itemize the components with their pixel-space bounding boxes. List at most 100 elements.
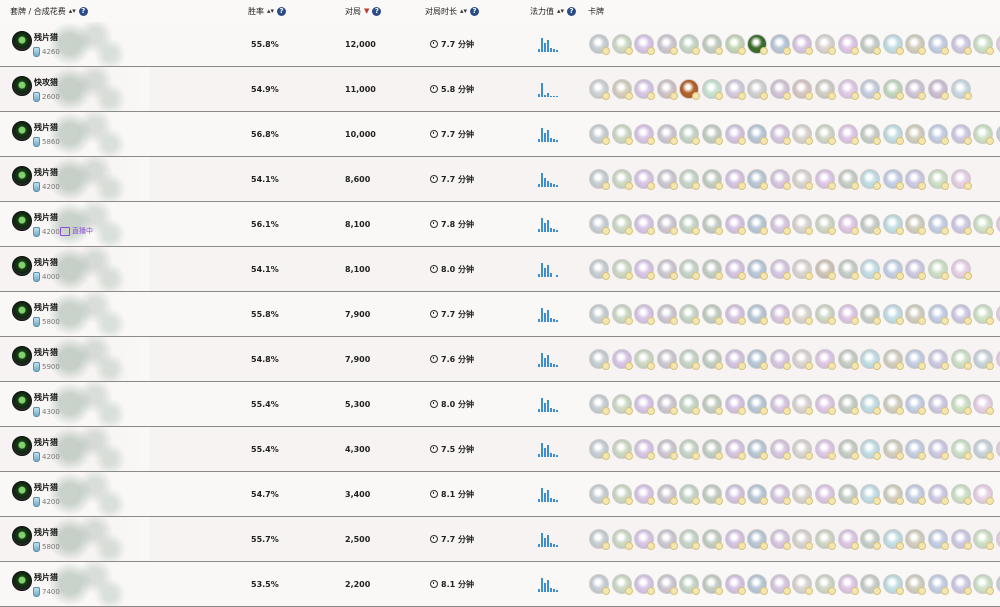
card-icon[interactable]: [973, 484, 995, 505]
header-deck[interactable]: 套牌 / 合成花费 ▴▾ ?: [10, 0, 88, 22]
card-icon[interactable]: [679, 304, 701, 325]
help-icon[interactable]: ?: [372, 6, 382, 16]
card-icon[interactable]: [679, 79, 701, 100]
card-icon[interactable]: [815, 169, 836, 190]
card-icon[interactable]: [589, 439, 610, 460]
card-icon[interactable]: [837, 574, 859, 595]
deck-name[interactable]: 残片猎: [34, 32, 58, 43]
card-icon[interactable]: [792, 349, 814, 370]
card-icon[interactable]: [589, 304, 610, 325]
card-icon[interactable]: [634, 124, 656, 145]
card-icon[interactable]: [747, 394, 769, 415]
card-icon[interactable]: [634, 349, 656, 370]
card-icon[interactable]: [905, 124, 927, 145]
card-icon[interactable]: [815, 529, 836, 550]
card-icon[interactable]: [995, 574, 1000, 594]
card-icon[interactable]: [656, 439, 678, 460]
card-icon[interactable]: [792, 304, 814, 325]
card-icon[interactable]: [724, 529, 746, 550]
card-icon[interactable]: [724, 574, 746, 595]
card-icon[interactable]: [769, 259, 791, 280]
card-icon[interactable]: [815, 439, 836, 460]
card-icon[interactable]: [905, 169, 927, 190]
card-icon[interactable]: [747, 304, 769, 325]
card-icon[interactable]: [882, 259, 904, 280]
card-icon[interactable]: [747, 79, 769, 100]
card-icon[interactable]: [589, 574, 610, 595]
card-icon[interactable]: [905, 214, 927, 235]
card-icon[interactable]: [611, 214, 633, 235]
card-icon[interactable]: [995, 124, 1000, 144]
card-icon[interactable]: [611, 304, 633, 325]
card-icon[interactable]: [950, 34, 972, 55]
deck-name[interactable]: 残片猎: [34, 257, 58, 268]
sort-desc-icon[interactable]: ▼: [364, 7, 369, 15]
card-icon[interactable]: [724, 34, 746, 55]
card-icon[interactable]: [747, 529, 769, 550]
card-icon[interactable]: [792, 394, 814, 415]
card-icon[interactable]: [747, 169, 769, 190]
card-icon[interactable]: [815, 79, 836, 100]
card-icon[interactable]: [928, 304, 949, 325]
card-icon[interactable]: [973, 439, 995, 460]
card-icon[interactable]: [882, 529, 904, 550]
card-icon[interactable]: [634, 529, 656, 550]
card-icon[interactable]: [747, 34, 769, 55]
card-icon[interactable]: [860, 574, 882, 595]
card-icon[interactable]: [702, 259, 723, 280]
card-icon[interactable]: [702, 529, 723, 550]
card-icon[interactable]: [634, 574, 656, 595]
card-icon[interactable]: [860, 484, 882, 505]
card-icon[interactable]: [634, 259, 656, 280]
card-icon[interactable]: [702, 34, 723, 55]
card-icon[interactable]: [589, 259, 610, 280]
card-icon[interactable]: [769, 304, 791, 325]
deck-name[interactable]: 残片猎: [34, 122, 58, 133]
card-icon[interactable]: [882, 214, 904, 235]
card-icon[interactable]: [634, 304, 656, 325]
card-icon[interactable]: [792, 484, 814, 505]
card-icon[interactable]: [837, 484, 859, 505]
card-icon[interactable]: [634, 484, 656, 505]
card-icon[interactable]: [724, 79, 746, 100]
card-icon[interactable]: [973, 214, 995, 235]
table-row[interactable]: 残片猎 5800 55.7% 2,500 7.7 分钟: [0, 517, 1000, 562]
card-icon[interactable]: [837, 124, 859, 145]
card-icon[interactable]: [928, 574, 949, 595]
card-icon[interactable]: [928, 529, 949, 550]
card-icon[interactable]: [950, 439, 972, 460]
card-icon[interactable]: [679, 259, 701, 280]
card-icon[interactable]: [905, 484, 927, 505]
card-icon[interactable]: [928, 259, 949, 280]
card-icon[interactable]: [589, 394, 610, 415]
card-icon[interactable]: [769, 529, 791, 550]
card-icon[interactable]: [679, 349, 701, 370]
card-icon[interactable]: [928, 394, 949, 415]
card-icon[interactable]: [837, 439, 859, 460]
card-icon[interactable]: [905, 259, 927, 280]
card-icon[interactable]: [724, 439, 746, 460]
header-games[interactable]: 对局 ▼ ?: [345, 0, 382, 22]
card-icon[interactable]: [815, 34, 836, 55]
help-icon[interactable]: ?: [567, 6, 577, 16]
card-icon[interactable]: [792, 574, 814, 595]
card-icon[interactable]: [611, 574, 633, 595]
table-row[interactable]: 残片猎 4300 55.4% 5,300 8.0 分钟: [0, 382, 1000, 427]
card-icon[interactable]: [860, 124, 882, 145]
table-row[interactable]: 残片猎 5860 56.8% 10,000 7.7 分钟: [0, 112, 1000, 157]
card-icon[interactable]: [656, 259, 678, 280]
card-icon[interactable]: [837, 259, 859, 280]
deck-name[interactable]: 残片猎: [34, 302, 58, 313]
card-icon[interactable]: [611, 79, 633, 100]
card-icon[interactable]: [724, 394, 746, 415]
card-icon[interactable]: [747, 214, 769, 235]
card-icon[interactable]: [679, 574, 701, 595]
card-icon[interactable]: [769, 394, 791, 415]
card-icon[interactable]: [679, 34, 701, 55]
card-icon[interactable]: [769, 574, 791, 595]
card-icon[interactable]: [950, 214, 972, 235]
card-icon[interactable]: [656, 304, 678, 325]
card-icon[interactable]: [702, 349, 723, 370]
table-row[interactable]: 残片猎 4200 55.4% 4,300 7.5 分钟: [0, 427, 1000, 472]
card-icon[interactable]: [747, 484, 769, 505]
